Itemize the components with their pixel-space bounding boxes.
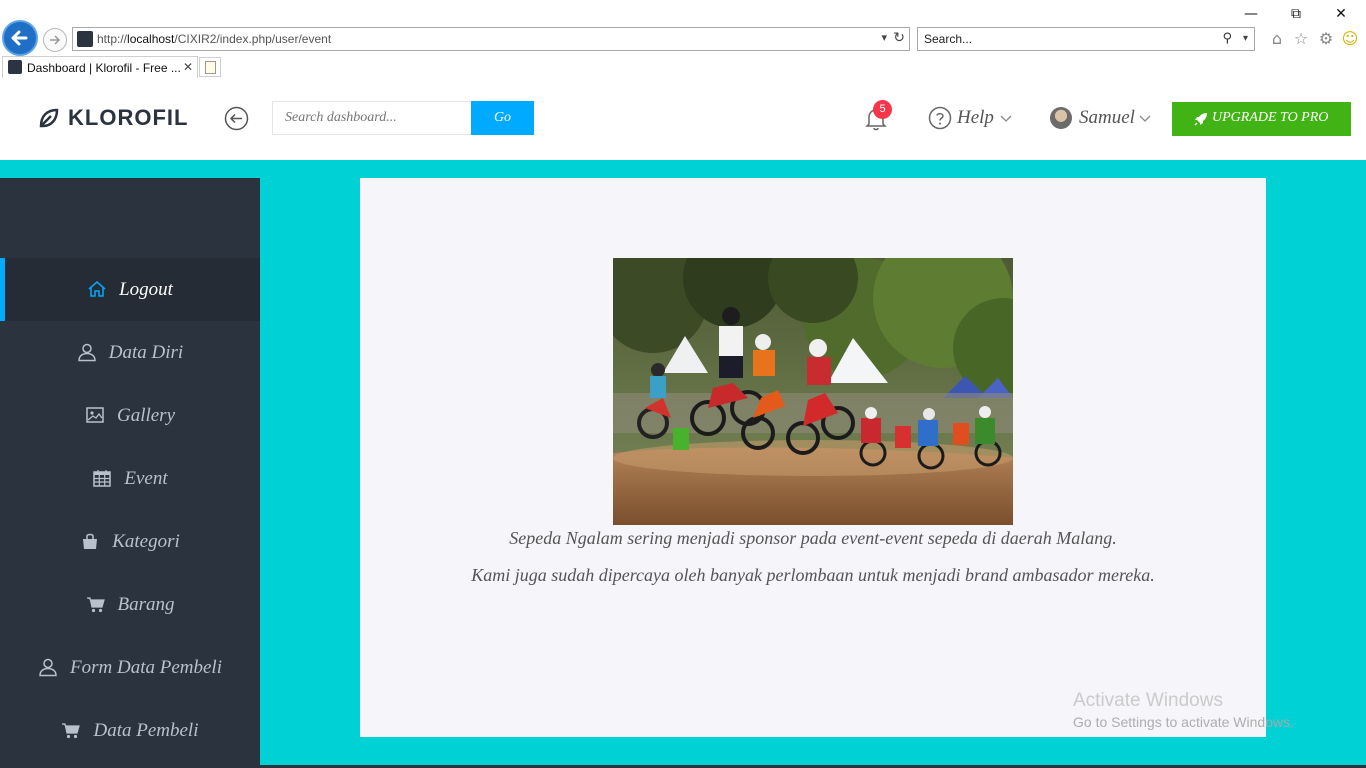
home-icon[interactable]: ⌂ <box>1266 28 1288 50</box>
browser-tab-dashboard[interactable]: Dashboard | Klorofil - Free ... ✕ <box>2 56 198 78</box>
sidebar-item-event[interactable]: Event <box>0 447 260 510</box>
user-icon <box>39 658 57 676</box>
close-window-button[interactable]: ✕ <box>1326 4 1356 24</box>
sidebar-item-label: Kategori <box>112 531 180 552</box>
user-name: Samuel <box>1079 107 1135 128</box>
tab-favicon-icon <box>8 60 22 74</box>
content-panel: Sepeda Ngalam sering menjadi sponsor pad… <box>360 178 1266 737</box>
browser-back-button[interactable] <box>2 20 38 56</box>
new-tab-button[interactable] <box>199 57 221 77</box>
go-button[interactable]: Go <box>471 101 534 135</box>
avatar <box>1050 107 1072 129</box>
home-icon <box>88 280 106 297</box>
question-circle-icon <box>928 106 952 130</box>
app-header: KLOROFIL Go 5 Help Samuel <box>0 78 1366 160</box>
new-tab-icon <box>205 61 216 74</box>
activate-windows-watermark: Activate Windows Go to Settings to activ… <box>1073 690 1294 730</box>
tab-close-icon[interactable]: ✕ <box>183 60 193 74</box>
browser-forward-button[interactable] <box>43 28 67 52</box>
tab-title: Dashboard | Klorofil - Free ... <box>27 61 181 75</box>
shopping-bag-icon <box>83 533 98 549</box>
rocket-icon <box>1194 113 1207 126</box>
sidebar-item-barang[interactable]: Barang <box>0 573 260 636</box>
browser-search-box[interactable]: Search... ⚲ ▾ <box>917 27 1255 51</box>
sidebar-item-label: Logout <box>119 279 173 300</box>
arrow-right-icon <box>50 35 61 45</box>
sidebar-item-form-data-pembeli[interactable]: Form Data Pembeli <box>0 636 260 699</box>
cart-icon <box>86 597 105 612</box>
smiley-feedback-icon[interactable]: ☺ <box>1339 28 1361 50</box>
sidebar-item-label: Form Data Pembeli <box>70 657 222 678</box>
sidebar-item-label: Barang <box>117 594 175 615</box>
watermark-subtitle: Go to Settings to activate Windows. <box>1073 714 1294 730</box>
sidebar-item-label: Data Pembeli <box>93 720 199 741</box>
browser-search-placeholder[interactable]: Search... <box>924 32 972 46</box>
sidebar-item-data-diri[interactable]: Data Diri <box>0 321 260 384</box>
sidebar-item-label: Event <box>124 468 168 489</box>
upgrade-label: UPGRADE TO PRO <box>1212 110 1329 125</box>
search-dropdown-icon[interactable]: ▾ <box>1243 33 1248 44</box>
notification-count-badge: 5 <box>873 100 892 119</box>
sidebar-toggle-arrow-left-icon[interactable] <box>224 106 249 131</box>
logo-text: KLOROFIL <box>68 105 189 130</box>
cart-icon <box>62 723 81 738</box>
restore-button[interactable]: ⧉ <box>1281 4 1311 24</box>
browser-tab-bar: Dashboard | Klorofil - Free ... ✕ <box>0 56 1366 78</box>
calendar-icon <box>93 469 112 487</box>
refresh-icon[interactable]: ↻ <box>893 30 905 46</box>
dashboard-search-input[interactable] <box>273 102 471 134</box>
address-bar[interactable]: http://localhost/CIXIR2/index.php/user/e… <box>72 27 910 51</box>
browser-nav-bar: http://localhost/CIXIR2/index.php/user/e… <box>0 20 1366 56</box>
favorites-star-icon[interactable]: ☆ <box>1290 28 1312 50</box>
event-photo-motocross <box>613 258 1013 525</box>
site-favicon-icon <box>77 31 93 47</box>
sidebar-item-kategori[interactable]: Kategori <box>0 510 260 573</box>
sidebar-item-logout[interactable]: Logout <box>0 258 260 321</box>
address-dropdown-icon[interactable]: ▾ <box>881 31 887 44</box>
minimize-button[interactable]: — <box>1236 4 1266 24</box>
watermark-title: Activate Windows <box>1073 690 1223 711</box>
event-caption-1: Sepeda Ngalam sering menjadi sponsor pad… <box>509 528 1117 548</box>
sidebar: Logout Data Diri Gallery Event Kategori … <box>0 178 260 768</box>
arrow-left-icon <box>11 30 28 46</box>
settings-gear-icon[interactable]: ⚙ <box>1315 28 1337 50</box>
help-label: Help <box>957 107 994 128</box>
upgrade-to-pro-button[interactable]: UPGRADE TO PRO <box>1172 102 1351 136</box>
sidebar-item-label: Gallery <box>116 405 176 426</box>
sidebar-item-label: Data Diri <box>108 342 184 363</box>
image-icon <box>86 406 104 423</box>
address-url[interactable]: http://localhost/CIXIR2/index.php/user/e… <box>97 32 331 46</box>
leaf-icon <box>39 108 59 128</box>
sidebar-item-data-pembeli[interactable]: Data Pembeli <box>0 699 260 762</box>
user-icon <box>78 343 96 361</box>
chevron-down-icon <box>1000 115 1012 122</box>
search-icon[interactable]: ⚲ <box>1222 31 1232 46</box>
event-caption-2: Kami juga sudah dipercaya oleh banyak pe… <box>471 565 1155 585</box>
sidebar-item-gallery[interactable]: Gallery <box>0 384 260 447</box>
dashboard-search-box[interactable] <box>272 101 472 135</box>
chevron-down-icon <box>1139 115 1151 122</box>
